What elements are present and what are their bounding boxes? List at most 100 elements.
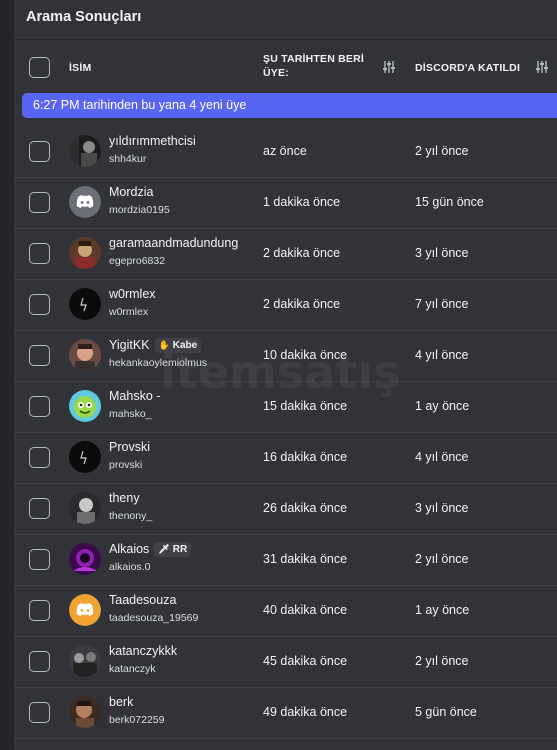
member-row[interactable]: katanczykkk katanczyk 45 dakika önce 2 yıl …	[14, 637, 557, 688]
avatar[interactable]	[69, 594, 101, 626]
avatar[interactable]	[69, 543, 101, 575]
member-row[interactable]: w0rmlex w0rmlex 2 dakika önce 7 yıl önce	[14, 280, 557, 331]
discord-joined: 7 yıl önce	[415, 297, 469, 311]
sword-icon: 🗡	[158, 544, 170, 554]
avatar[interactable]	[69, 288, 101, 320]
member-row[interactable]: Taadesouza taadesouza_19569 40 dakika önce…	[14, 586, 557, 637]
left-sidebar-strip	[0, 0, 14, 750]
member-display-name-text: YigitKK	[109, 338, 150, 352]
row-checkbox[interactable]	[29, 600, 50, 621]
row-checkbox[interactable]	[29, 549, 50, 570]
member-display-name[interactable]: katanczykkk	[109, 644, 177, 658]
member-since: 45 dakika önce	[263, 654, 348, 668]
member-display-name[interactable]: theny	[109, 491, 140, 505]
member-since: 16 dakika önce	[263, 450, 348, 464]
member-display-name[interactable]: yıldırımmethcisi	[109, 134, 196, 148]
row-checkbox[interactable]	[29, 294, 50, 315]
member-since: 40 dakika önce	[263, 603, 348, 617]
member-display-name-text: Provski	[109, 440, 150, 454]
avatar[interactable]	[69, 492, 101, 524]
column-name[interactable]: İSİM	[69, 61, 91, 75]
sort-sliders-icon[interactable]	[535, 60, 549, 74]
member-display-name[interactable]: berk	[109, 695, 133, 709]
members-list: yıldırımmethcisi shh4kur az önce 2 yıl önce…	[14, 127, 557, 739]
member-row[interactable]: Provski provski 16 dakika önce 4 yıl önce	[14, 433, 557, 484]
new-members-banner-text: 6:27 PM tarihinden bu yana 4 yeni üye	[33, 98, 247, 112]
avatar[interactable]	[69, 135, 101, 167]
select-all-checkbox[interactable]	[29, 57, 50, 78]
row-checkbox[interactable]	[29, 192, 50, 213]
member-row[interactable]: Mahsko - mahsko_ 15 dakika önce 1 ay önce	[14, 382, 557, 433]
row-checkbox[interactable]	[29, 396, 50, 417]
member-since: 26 dakika önce	[263, 501, 348, 515]
member-since: 31 dakika önce	[263, 552, 348, 566]
table-header: İSİM ŞU TARİHTEN BERİ ÜYE: DİSCORD'A KAT…	[14, 40, 557, 90]
server-tag-text: RR	[172, 544, 188, 555]
member-display-name-text: katanczykkk	[109, 644, 178, 658]
server-tag-badge[interactable]: 🗡 RR	[154, 542, 192, 557]
row-checkbox[interactable]	[29, 243, 50, 264]
member-display-name-text: Mahsko -	[109, 389, 161, 403]
discord-joined: 1 ay önce	[415, 603, 470, 617]
member-username: thenony_	[109, 510, 153, 522]
member-since: 2 dakika önce	[263, 246, 341, 260]
discord-joined: 5 gün önce	[415, 705, 477, 719]
member-username: shh4kur	[109, 153, 147, 165]
member-username: alkaios.0	[109, 561, 151, 573]
member-username: w0rmlex	[109, 306, 149, 318]
member-display-name[interactable]: YigitKK ✋ Kabe	[109, 338, 202, 353]
row-checkbox[interactable]	[29, 651, 50, 672]
member-display-name-text: yıldırımmethcisi	[109, 134, 196, 148]
new-members-banner[interactable]: 6:27 PM tarihinden bu yana 4 yeni üye	[22, 93, 557, 118]
member-display-name[interactable]: Mahsko -	[109, 389, 160, 403]
member-row[interactable]: Mordzia mordzia0195 1 dakika önce 15 gün ön…	[14, 178, 557, 229]
discord-joined: 3 yıl önce	[415, 246, 469, 260]
avatar[interactable]	[69, 645, 101, 677]
discord-joined: 2 yıl önce	[415, 144, 469, 158]
member-row[interactable]: YigitKK ✋ Kabe hekankaoylemiolmus 10 dakika …	[14, 331, 557, 382]
server-tag-badge[interactable]: ✋ Kabe	[154, 338, 202, 353]
member-row[interactable]: Alkaios 🗡 RR alkaios.0 31 dakika önce 2 yıl ö…	[14, 535, 557, 586]
member-username: mahsko_	[109, 408, 152, 420]
member-username: katanczyk	[109, 663, 156, 675]
sort-sliders-icon[interactable]	[382, 60, 396, 74]
member-row[interactable]: theny thenony_ 26 dakika önce 3 yıl önce	[14, 484, 557, 535]
member-display-name-text: Alkaios	[109, 542, 150, 556]
avatar[interactable]	[69, 237, 101, 269]
member-username: berk072259	[109, 714, 165, 726]
member-display-name[interactable]: w0rmlex	[109, 287, 156, 301]
discord-joined: 1 ay önce	[415, 399, 470, 413]
member-username: provski	[109, 459, 143, 471]
avatar[interactable]	[69, 339, 101, 371]
member-row[interactable]: berk berk072259 49 dakika önce 5 gün önce	[14, 688, 557, 739]
member-username: mordzia0195	[109, 204, 170, 216]
member-display-name[interactable]: Provski	[109, 440, 150, 454]
row-checkbox[interactable]	[29, 702, 50, 723]
member-display-name[interactable]: Taadesouza	[109, 593, 176, 607]
member-username: taadesouza_19569	[109, 612, 199, 624]
member-display-name[interactable]: Mordzia	[109, 185, 153, 199]
member-since: 1 dakika önce	[263, 195, 341, 209]
avatar[interactable]	[69, 696, 101, 728]
member-username: egepro6832	[109, 255, 166, 267]
row-checkbox[interactable]	[29, 345, 50, 366]
row-checkbox[interactable]	[29, 498, 50, 519]
member-row[interactable]: yıldırımmethcisi shh4kur az önce 2 yıl önce	[14, 127, 557, 178]
hand-icon: ✋	[158, 340, 170, 350]
member-display-name-text: Taadesouza	[109, 593, 177, 607]
member-display-name[interactable]: Alkaios 🗡 RR	[109, 542, 192, 557]
avatar[interactable]	[69, 390, 101, 422]
member-display-name[interactable]: garamaandmadundung	[109, 236, 238, 250]
avatar[interactable]	[69, 186, 101, 218]
member-display-name-text: w0rmlex	[109, 287, 156, 301]
avatar[interactable]	[69, 441, 101, 473]
member-username: hekankaoylemiolmus	[109, 357, 208, 369]
column-member-since[interactable]: ŞU TARİHTEN BERİ ÜYE:	[263, 52, 364, 80]
row-checkbox[interactable]	[29, 447, 50, 468]
row-checkbox[interactable]	[29, 141, 50, 162]
column-discord-joined[interactable]: DİSCORD'A KATILDI	[415, 61, 520, 75]
member-row[interactable]: garamaandmadundung egepro6832 2 dakika önc…	[14, 229, 557, 280]
member-since: 49 dakika önce	[263, 705, 348, 719]
discord-joined: 15 gün önce	[415, 195, 484, 209]
column-member-since-line1: ŞU TARİHTEN BERİ	[263, 53, 365, 65]
